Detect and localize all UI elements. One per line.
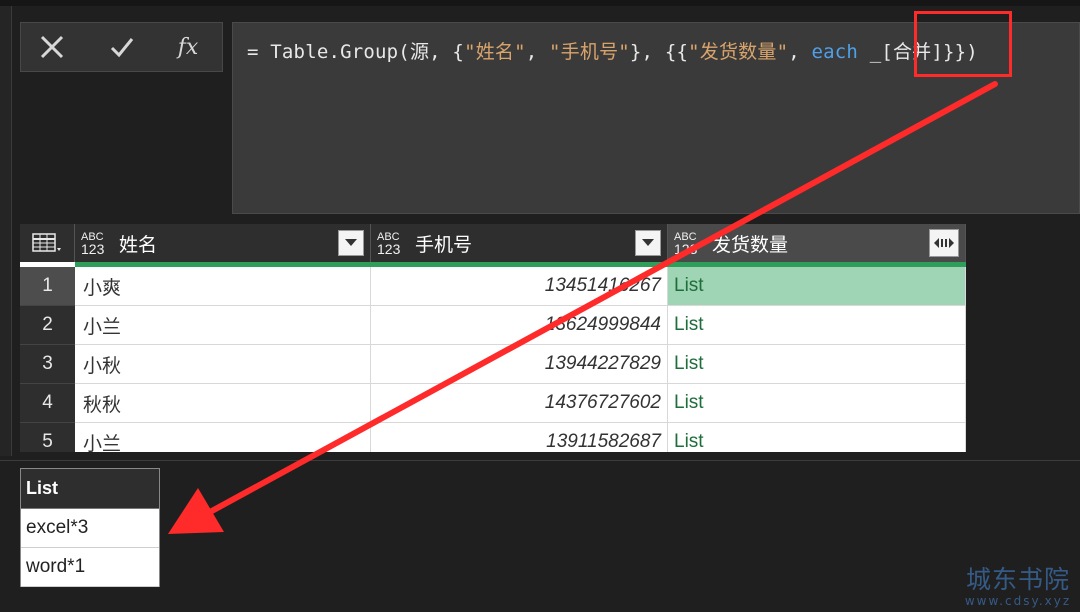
chevron-down-icon — [345, 239, 357, 246]
close-icon — [40, 35, 64, 59]
filter-dropdown-button[interactable] — [338, 230, 364, 256]
expand-column-button[interactable] — [929, 229, 959, 257]
cell-phone[interactable]: 13624999844 — [371, 306, 668, 345]
cancel-button[interactable] — [21, 23, 83, 71]
list-preview-panel: List excel*3 word*1 — [20, 468, 160, 587]
check-icon — [110, 38, 134, 58]
top-strip — [0, 0, 1080, 6]
table-row[interactable]: 2 小兰 13624999844 List — [20, 306, 966, 345]
preview-divider[interactable] — [0, 460, 1080, 461]
cell-phone[interactable]: 13944227829 — [371, 345, 668, 384]
list-preview-header: List — [21, 469, 159, 509]
cell-name[interactable]: 小兰 — [75, 306, 371, 345]
formula-comma: , — [525, 41, 550, 63]
table-row[interactable]: 3 小秋 13944227829 List — [20, 345, 966, 384]
column-header-name[interactable]: ABC 123 姓名 — [75, 224, 371, 262]
cell-list-link[interactable]: List — [668, 384, 966, 423]
list-item[interactable]: excel*3 — [21, 509, 159, 548]
watermark-main: 城东书院 — [965, 565, 1070, 594]
cell-name[interactable]: 小爽 — [75, 267, 371, 306]
cell-name[interactable]: 小秋 — [75, 345, 371, 384]
data-grid: ABC 123 姓名 ABC 123 手机号 ABC 123 发货数量 1 小爽 13… — [20, 224, 966, 452]
cell-phone[interactable]: 13451416267 — [371, 267, 668, 306]
column-label: 姓名 — [119, 233, 158, 256]
formula-controls: fx — [20, 22, 223, 72]
cell-list-link[interactable]: List — [668, 423, 966, 452]
insert-function-button[interactable]: fx — [157, 23, 219, 71]
table-corner-menu[interactable] — [20, 224, 75, 262]
cell-list-link[interactable]: List — [668, 306, 966, 345]
confirm-button[interactable] — [91, 23, 153, 71]
formula-prefix: = Table.Group(源, { — [247, 41, 465, 63]
cell-list-link[interactable]: List — [668, 267, 966, 306]
formula-string-name: "姓名" — [464, 41, 526, 63]
cell-name[interactable]: 秋秋 — [75, 384, 371, 423]
column-label: 手机号 — [415, 233, 473, 256]
row-number: 1 — [20, 267, 75, 306]
table-menu-icon — [32, 233, 61, 252]
any-type-icon[interactable]: ABC 123 — [81, 231, 111, 257]
formula-string-qty: "发货数量" — [688, 41, 789, 63]
list-item[interactable]: word*1 — [21, 548, 159, 587]
table-row[interactable]: 1 小爽 13451416267 List — [20, 267, 966, 306]
watermark-logo: 城东书院 www.cdsy.xyz — [958, 565, 1078, 609]
column-label: 发货数量 — [712, 233, 789, 256]
table-row[interactable]: 5 小兰 13911582687 List — [20, 423, 966, 452]
type-bottom: 123 — [377, 240, 401, 257]
cell-phone[interactable]: 14376727602 — [371, 384, 668, 423]
cell-name[interactable]: 小兰 — [75, 423, 371, 452]
row-number: 3 — [20, 345, 75, 384]
chevron-down-icon — [642, 239, 654, 246]
watermark-sub: www.cdsy.xyz — [964, 594, 1072, 608]
table-row[interactable]: 4 秋秋 14376727602 List — [20, 384, 966, 423]
left-pane-edge — [0, 6, 12, 456]
row-number: 5 — [20, 423, 75, 452]
annotation-highlight-box — [914, 11, 1012, 77]
formula-string-phone: "手机号" — [549, 41, 630, 63]
cell-list-link[interactable]: List — [668, 345, 966, 384]
filter-dropdown-button[interactable] — [635, 230, 661, 256]
formula-keyword-each: each — [811, 41, 859, 63]
formula-comma: , — [788, 41, 812, 63]
type-bottom: 123 — [674, 240, 698, 257]
column-header-phone[interactable]: ABC 123 手机号 — [371, 224, 668, 262]
any-type-icon[interactable]: ABC 123 — [674, 231, 704, 257]
cell-phone[interactable]: 13911582687 — [371, 423, 668, 452]
row-number: 4 — [20, 384, 75, 423]
row-number: 2 — [20, 306, 75, 345]
type-bottom: 123 — [81, 240, 105, 257]
column-header-quantity[interactable]: ABC 123 发货数量 — [668, 224, 966, 262]
expand-icon — [934, 238, 954, 248]
formula-mid: }, {{ — [629, 41, 689, 63]
fx-icon: fx — [177, 34, 199, 60]
any-type-icon[interactable]: ABC 123 — [377, 231, 407, 257]
